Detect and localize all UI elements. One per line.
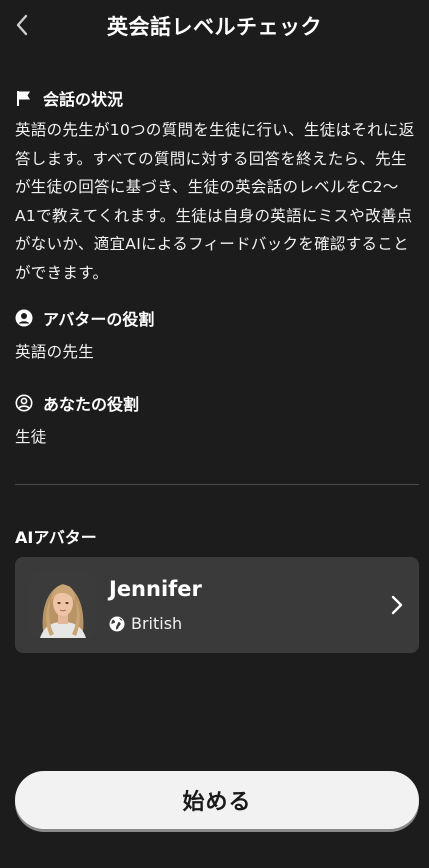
your-role-value: 生徒: [15, 428, 47, 446]
your-role-heading-label: あなたの役割: [43, 395, 140, 414]
user-circle-outline-icon: [15, 394, 33, 412]
avatar-name: Jennifer: [109, 577, 202, 601]
avatar-image: [30, 572, 96, 638]
situation-heading-label: 会話の状況: [43, 90, 124, 109]
divider: [15, 484, 419, 485]
situation-description: 英語の先生が10つの質問を生徒に行い、生徒はそれに返答します。すべての質問に対す…: [15, 121, 415, 282]
avatar-accent-label: British: [131, 614, 183, 633]
page-title: 英会話レベルチェック: [107, 15, 322, 39]
avatar-role-value: 英語の先生: [15, 343, 95, 361]
avatar-accent: British: [109, 614, 182, 633]
chevron-right-icon: [391, 595, 403, 615]
ai-avatar-label: AIアバター: [15, 528, 97, 547]
avatar-role-heading-label: アバターの役割: [43, 310, 155, 329]
start-button[interactable]: 始める: [15, 771, 419, 829]
user-circle-filled-icon: [15, 309, 33, 327]
globe-icon: [109, 616, 125, 632]
header: 英会話レベルチェック: [0, 0, 429, 52]
avatar-role-heading: アバターの役割: [15, 306, 154, 330]
your-role-heading: あなたの役割: [15, 391, 139, 415]
flag-icon: [15, 89, 33, 107]
ai-avatar-card[interactable]: Jennifer British: [15, 557, 419, 653]
situation-heading: 会話の状況: [15, 86, 123, 110]
